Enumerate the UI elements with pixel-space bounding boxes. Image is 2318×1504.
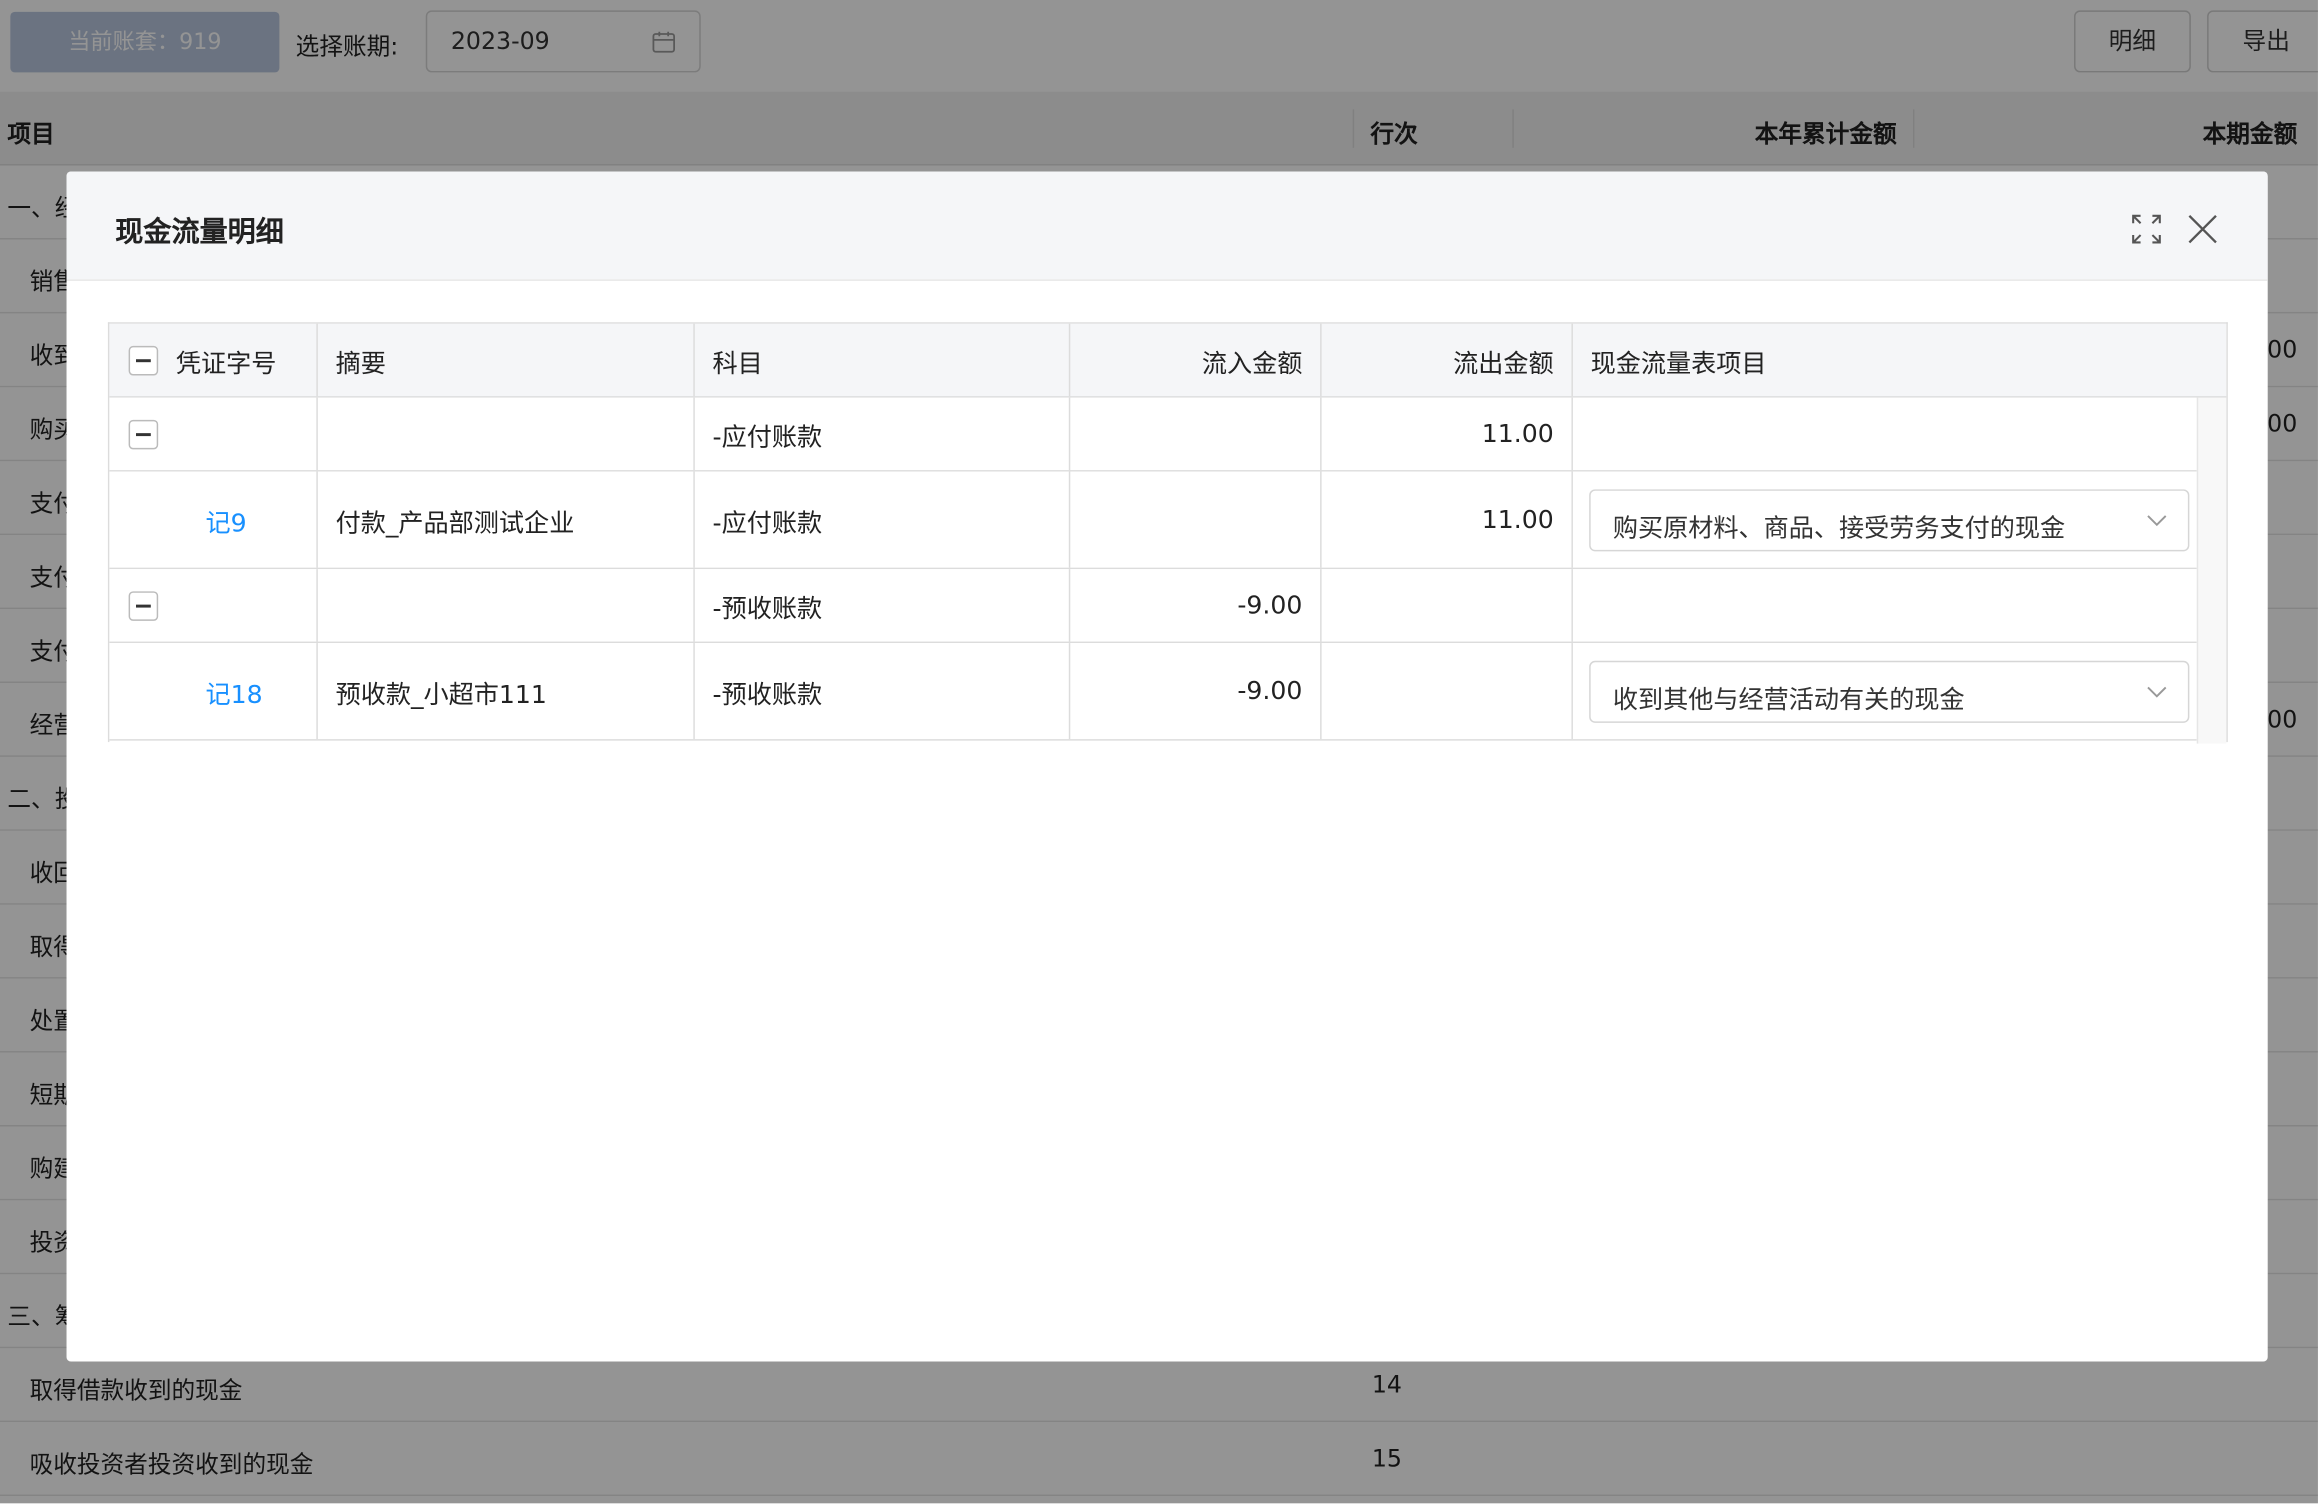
col-account: 科目 [695,323,1071,397]
col-cashflow-item: 现金流量表项目 [1590,348,1767,379]
voucher-link[interactable]: 记18 [205,673,262,710]
inflow-cell [1070,397,1322,471]
collapse-toggle[interactable] [128,419,159,449]
modal-header: 现金流量明细 [66,171,2268,281]
cashflow-item-select[interactable]: 购买原材料、商品、接受劳务支付的现金 [1589,489,2190,552]
account-group-row: -应付账款 11.00 [109,397,2197,472]
chevron-down-icon [2147,686,2167,698]
outflow-cell [1322,643,1573,740]
outflow-cell: 11.00 [1322,397,1573,471]
cashflow-item-value: 收到其他与经营活动有关的现金 [1612,685,1965,716]
cashflow-item-value: 购买原材料、商品、接受劳务支付的现金 [1612,514,2066,545]
voucher-cell: 记9 [109,471,318,568]
col-inflow: 流入金额 [1070,323,1322,397]
detail-table-header: 凭证字号 摘要 科目 流入金额 流出金额 现金流量表项目 [109,323,2227,398]
account-cell: -预收账款 [695,569,1071,642]
voucher-cell [109,569,318,642]
summary-cell [318,569,695,642]
account-cell: -应付账款 [695,471,1071,568]
col-voucher: 凭证字号 [109,323,318,397]
inflow-cell [1070,471,1322,568]
account-cell: -预收账款 [695,643,1071,740]
account-cell: -应付账款 [695,397,1071,471]
cashflow-detail-table: 凭证字号 摘要 科目 流入金额 流出金额 现金流量表项目 -应付账款 11.00… [107,322,2228,744]
cashflow-item-cell: 收到其他与经营活动有关的现金 [1573,643,2197,739]
collapse-all-toggle[interactable] [128,345,159,375]
account-group-row: -预收账款 -9.00 [109,569,2197,644]
voucher-link[interactable]: 记9 [205,501,246,539]
cashflow-detail-modal: 现金流量明细 凭证字号 摘要 科目 流入金额 流出金额 现金流量表项目 -应付账… [66,171,2268,1362]
col-summary: 摘要 [318,323,695,397]
voucher-cell [109,397,318,471]
app-screen: 当前账套：919 选择账期: 2023-09 明细 导出 项目 行次 本年累计金… [0,0,2318,1504]
cashflow-item-cell [1573,569,2197,641]
voucher-row: 记9 付款_产品部测试企业 -应付账款 11.00 购买原材料、商品、接受劳务支付的现金 [109,471,2197,570]
cashflow-item-cell [1573,398,2197,470]
summary-cell: 预收款_小超市111 [318,643,695,740]
collapse-toggle[interactable] [128,590,159,621]
inflow-cell: -9.00 [1070,569,1322,642]
chevron-down-icon [2147,515,2167,527]
cashflow-item-select[interactable]: 收到其他与经营活动有关的现金 [1589,660,2190,723]
modal-title: 现金流量明细 [115,215,284,249]
col-outflow: 流出金额 [1322,323,1573,397]
summary-cell: 付款_产品部测试企业 [318,471,695,568]
voucher-cell: 记18 [109,643,318,740]
summary-cell [318,397,695,471]
outflow-cell: 11.00 [1322,471,1573,568]
inflow-cell: -9.00 [1070,643,1322,740]
close-icon[interactable] [2186,213,2219,246]
fullscreen-icon[interactable] [2130,213,2163,246]
cashflow-item-cell: 购买原材料、商品、接受劳务支付的现金 [1573,472,2197,568]
outflow-cell [1322,569,1573,642]
voucher-row: 记18 预收款_小超市111 -预收账款 -9.00 收到其他与经营活动有关的现金 [109,643,2197,741]
table-scrollbar[interactable] [2196,397,2227,744]
